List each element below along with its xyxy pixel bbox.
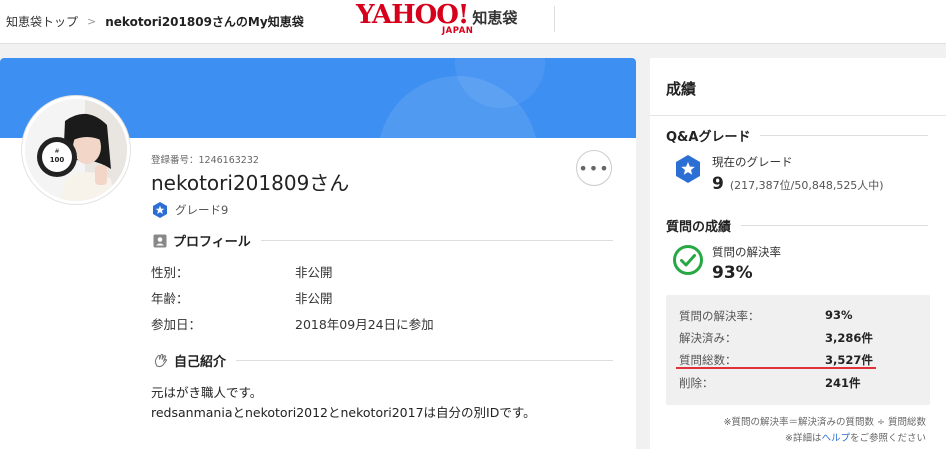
sidebar-divider xyxy=(650,115,946,116)
resolution-rate-label: 質問の解決率 xyxy=(712,245,781,259)
profile-row-joined: 参加日： 2018年09月24日に参加 xyxy=(151,314,434,333)
profile-section-title: プロフィール xyxy=(173,235,251,250)
profile-row-label: 性別： xyxy=(151,265,189,280)
section-divider xyxy=(260,240,613,241)
stat-label: 質問総数： xyxy=(679,353,737,367)
qa-grade-header: Q&Aグレード xyxy=(666,126,928,145)
section-divider xyxy=(741,225,928,226)
logo-yahoo-text: YAHOO! xyxy=(356,0,469,30)
formula-footnote: ※質問の解決率＝解決済みの質問数 ÷ 質問総数 xyxy=(723,417,926,428)
stat-value: 3,527件 xyxy=(825,353,873,367)
profile-row-value: 非公開 xyxy=(295,291,333,306)
stats-sidebar: 成績 Q&Aグレード 現在のグレード 9 (217,387位/50,848,52… xyxy=(650,58,946,449)
profile-row-label: 参加日： xyxy=(151,317,202,332)
resolution-rate-value: 93% xyxy=(712,263,753,283)
stat-row: 削除： 241件 xyxy=(679,375,861,391)
help-link[interactable]: ヘルプ xyxy=(821,433,850,444)
avatar: # 100 xyxy=(22,96,130,204)
intro-section-title: 自己紹介 xyxy=(174,355,227,370)
profile-row-value: 非公開 xyxy=(295,265,333,280)
grade-rank: (217,387位/50,848,525人中) xyxy=(729,179,884,192)
footnote-prefix: ※詳細は xyxy=(785,433,822,444)
profile-section-header: プロフィール xyxy=(153,231,613,250)
logo-service-text: 知恵袋 xyxy=(472,9,518,27)
question-stats-title: 質問の成績 xyxy=(666,220,732,235)
stats-table: 質問の解決率： 93% 解決済み： 3,286件 質問総数： 3,527件 削除… xyxy=(666,295,930,405)
grade-label: グレード9 xyxy=(175,203,229,217)
registration-number: 登録番号：1246163232 xyxy=(151,155,259,166)
help-footnote: ※詳細はヘルプをご参照ください xyxy=(785,430,926,444)
profile-icon xyxy=(153,234,167,247)
grade-indicator: グレード9 xyxy=(151,201,228,219)
grade-badge-icon xyxy=(153,202,167,218)
stat-value: 241件 xyxy=(825,376,861,390)
stat-row: 解決済み： 3,286件 xyxy=(679,330,873,346)
check-circle-icon xyxy=(673,245,703,275)
stat-label: 削除： xyxy=(679,376,714,390)
top-header: 知恵袋トップ > nekotori201809さんのMy知恵袋 YAHOO! J… xyxy=(0,0,946,44)
more-icon: ••• xyxy=(578,158,610,178)
question-stats-header: 質問の成績 xyxy=(666,216,928,235)
profile-row-value: 2018年09月24日に参加 xyxy=(295,317,434,332)
intro-section-header: 自己紹介 xyxy=(153,351,613,370)
current-grade-label: 現在のグレード xyxy=(712,155,793,169)
profile-row-gender: 性別： 非公開 xyxy=(151,262,333,281)
stat-value: 3,286件 xyxy=(825,331,873,345)
stat-value: 93% xyxy=(825,308,853,322)
breadcrumb-current: nekotori201809さんのMy知恵袋 xyxy=(105,15,304,29)
highlight-underline xyxy=(676,367,876,369)
stat-row: 質問の解決率： 93% xyxy=(679,308,853,324)
more-options-button[interactable]: ••• xyxy=(576,150,612,186)
grade-number: 9 xyxy=(712,174,724,194)
current-grade-value: 9 (217,387位/50,848,525人中) xyxy=(712,174,884,194)
profile-card: # 100 登録番号：1246163232 nekotori201809さん •… xyxy=(0,58,636,449)
profile-row-age: 年齢： 非公開 xyxy=(151,288,333,307)
intro-text: 元はがき職人です。 redsanmaniaとnekotori2012とnekot… xyxy=(151,383,536,423)
username: nekotori201809さん xyxy=(151,171,350,195)
intro-line: redsanmaniaとnekotori2012とnekotori2017は自分… xyxy=(151,405,536,420)
logo-divider xyxy=(554,6,555,32)
stat-row: 質問総数： 3,527件 xyxy=(679,352,873,368)
breadcrumb-separator: > xyxy=(87,15,97,28)
section-divider xyxy=(236,360,613,361)
wave-hand-icon xyxy=(154,353,168,368)
avatar-photo-icon: # 100 xyxy=(25,99,127,201)
svg-text:100: 100 xyxy=(50,156,65,164)
logo-japan-text: JAPAN xyxy=(442,26,474,36)
footnote-suffix: をご参照ください xyxy=(849,433,926,444)
section-divider xyxy=(760,135,928,136)
stat-label: 質問の解決率： xyxy=(679,309,760,323)
breadcrumb: 知恵袋トップ > nekotori201809さんのMy知恵袋 xyxy=(6,13,304,30)
breadcrumb-top-link[interactable]: 知恵袋トップ xyxy=(6,13,78,30)
grade-badge-icon xyxy=(676,155,700,183)
yahoo-chiebukuro-logo[interactable]: YAHOO! JAPAN 知恵袋 xyxy=(356,0,555,38)
svg-text:#: # xyxy=(54,148,59,155)
intro-line: 元はがき職人です。 xyxy=(151,385,263,400)
stat-label: 解決済み： xyxy=(679,331,737,345)
qa-grade-title: Q&Aグレード xyxy=(666,130,751,145)
sidebar-title: 成績 xyxy=(666,80,697,98)
profile-row-label: 年齢： xyxy=(151,291,189,306)
